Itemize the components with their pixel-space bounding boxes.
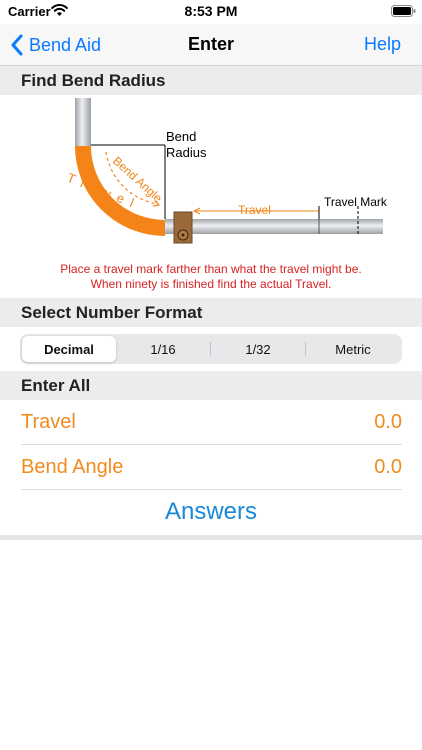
travel-input-value[interactable]: 0.0 bbox=[374, 411, 402, 434]
battery-icon bbox=[391, 5, 416, 17]
segment-1-32[interactable]: 1/32 bbox=[211, 336, 305, 362]
navigation-bar: Bend Aid Enter Help bbox=[0, 24, 422, 66]
travel-mark-label: Travel Mark bbox=[324, 195, 388, 209]
segment-1-16[interactable]: 1/16 bbox=[116, 336, 210, 362]
instruction-note-line2: When ninety is finished find the actual … bbox=[90, 277, 332, 291]
travel-label: Travel bbox=[238, 203, 271, 217]
bend-radius-label-line2: Radius bbox=[166, 145, 207, 160]
section-header-enter-all: Enter All bbox=[0, 371, 422, 400]
back-button-label: Bend Aid bbox=[29, 34, 102, 55]
horizontal-pipe bbox=[165, 219, 383, 234]
section-header-find-bend-radius: Find Bend Radius bbox=[0, 66, 422, 95]
number-format-segmented-control: Decimal 1/16 1/32 Metric bbox=[20, 334, 402, 364]
help-button[interactable]: Help bbox=[364, 34, 401, 55]
segment-metric[interactable]: Metric bbox=[306, 336, 400, 362]
bend-angle-input-label: Bend Angle bbox=[21, 455, 124, 478]
status-time: 8:53 PM bbox=[184, 3, 238, 19]
number-format-container: Decimal 1/16 1/32 Metric bbox=[0, 327, 422, 371]
status-bar: Carrier 8:53 PM bbox=[0, 0, 422, 24]
chevron-left-icon bbox=[11, 34, 23, 56]
bend-angle-input-row[interactable]: Bend Angle 0.0 bbox=[21, 445, 402, 490]
bottom-divider bbox=[0, 535, 422, 540]
bend-angle-input-value[interactable]: 0.0 bbox=[374, 456, 402, 479]
travel-input-label: Travel bbox=[21, 410, 76, 433]
bend-radius-label-line1: Bend bbox=[166, 129, 196, 144]
section-header-select-number-format: Select Number Format bbox=[0, 298, 422, 327]
segment-decimal[interactable]: Decimal bbox=[22, 336, 116, 362]
back-button[interactable]: Bend Aid bbox=[10, 33, 101, 57]
answers-button[interactable]: Answers bbox=[0, 491, 422, 533]
travel-input-row[interactable]: Travel 0.0 bbox=[21, 400, 402, 445]
instruction-note-line1: Place a travel mark farther than what th… bbox=[60, 262, 362, 276]
vertical-pipe bbox=[75, 98, 91, 146]
